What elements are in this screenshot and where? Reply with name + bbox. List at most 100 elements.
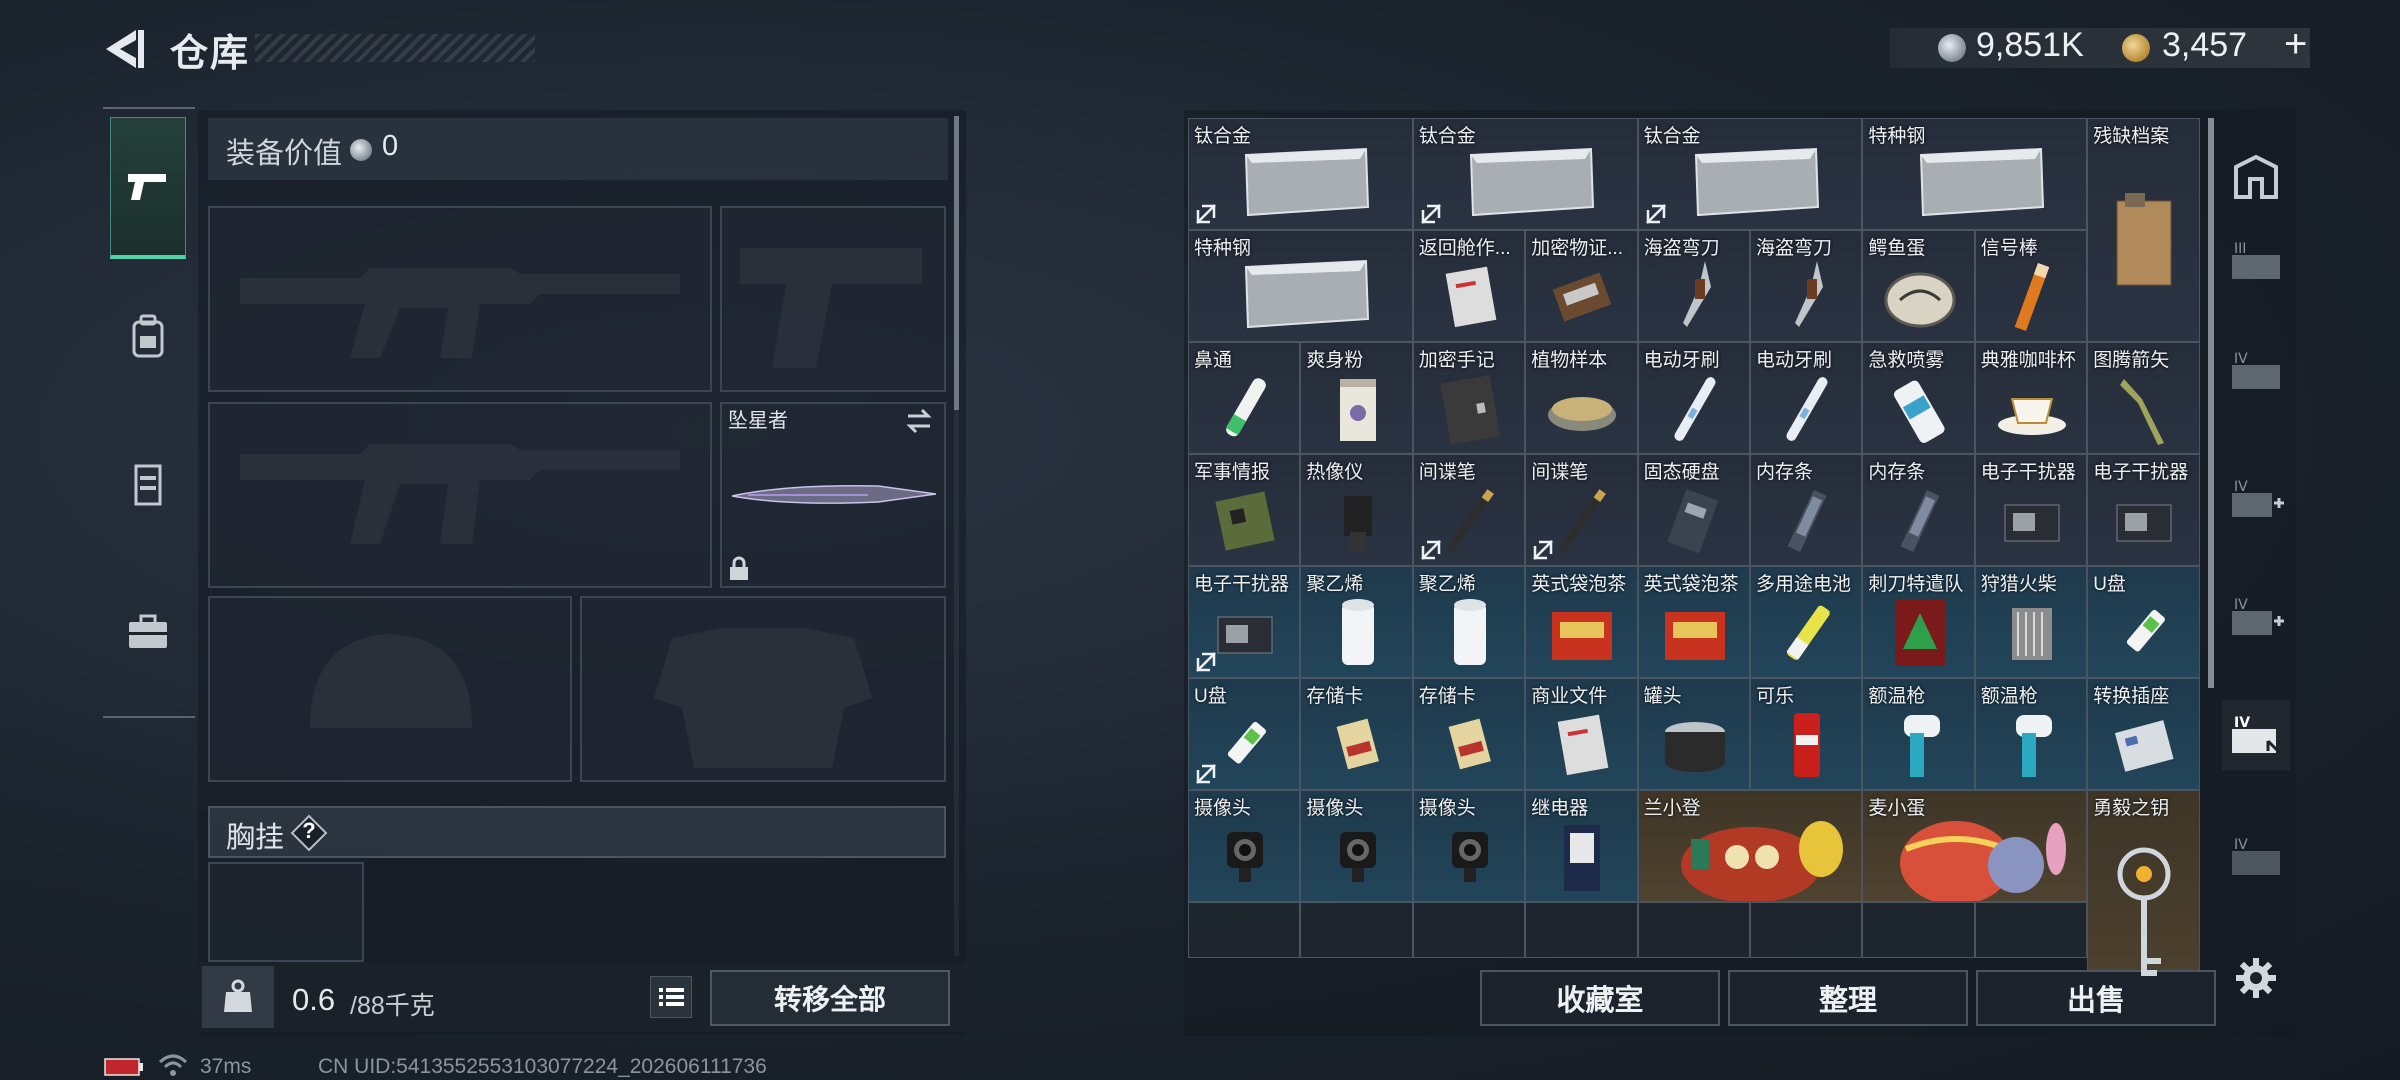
storage-item[interactable]: 麦小蛋	[1862, 790, 2088, 902]
chest-rig-slot[interactable]	[208, 862, 364, 962]
organize-button[interactable]: 整理	[1728, 970, 1968, 1026]
storage-item[interactable]: 额温枪	[1862, 678, 1975, 790]
collection-room-button[interactable]: 收藏室	[1480, 970, 1720, 1026]
storage-item-label: 热像仪	[1306, 462, 1364, 483]
storage-item-label: 特种钢	[1194, 238, 1252, 259]
armor-slot[interactable]	[580, 596, 946, 782]
primary-weapon-slot-2[interactable]	[208, 402, 712, 588]
sell-button[interactable]: 出售	[1976, 970, 2216, 1026]
right-tab-container-4a[interactable]: IV	[2222, 336, 2290, 406]
armor-silhouette-icon	[654, 628, 872, 768]
right-tab-container[interactable]	[2222, 142, 2290, 212]
storage-item[interactable]: 返回舱作...	[1412, 230, 1526, 342]
storage-item[interactable]: 摄像头	[1188, 790, 1301, 902]
storage-item[interactable]: 鳄鱼蛋	[1862, 230, 1975, 342]
empty-storage-cell[interactable]	[1300, 902, 1413, 958]
case-level-4-icon: IV	[2232, 837, 2280, 875]
helmet-slot[interactable]	[208, 596, 572, 782]
storage-item[interactable]: 海盗弯刀	[1750, 230, 1863, 342]
storage-item[interactable]: 残缺档案	[2087, 118, 2200, 342]
tab-weapons[interactable]	[110, 117, 186, 259]
storage-item[interactable]: 聚乙烯	[1412, 566, 1526, 678]
storage-item[interactable]: 特种钢	[1188, 230, 1413, 342]
storage-item[interactable]: 间谍笔	[1412, 454, 1526, 566]
storage-item[interactable]: 额温枪	[1974, 678, 2088, 790]
toothbrush-icon	[1670, 369, 1720, 453]
storage-item[interactable]: 典雅咖啡杯	[1974, 342, 2088, 454]
storage-item[interactable]: 商业文件	[1525, 678, 1638, 790]
scrollbar-thumb[interactable]	[954, 116, 959, 410]
storage-item[interactable]: 多用途电池	[1750, 566, 1863, 678]
rifle-silhouette-icon	[240, 444, 680, 544]
storage-item[interactable]: 电动牙刷	[1637, 342, 1750, 454]
empty-storage-cell[interactable]	[1637, 902, 1750, 958]
storage-item[interactable]: 电动牙刷	[1750, 342, 1863, 454]
storage-item[interactable]: 钛合金	[1188, 118, 1413, 230]
storage-item[interactable]: 存储卡	[1412, 678, 1526, 790]
right-tab-container-3[interactable]: III	[2222, 226, 2290, 296]
storage-item[interactable]: 英式袋泡茶	[1525, 566, 1638, 678]
storage-item[interactable]: 存储卡	[1300, 678, 1413, 790]
storage-item[interactable]: 聚乙烯	[1300, 566, 1413, 678]
tab-backpack[interactable]	[110, 286, 186, 386]
storage-item[interactable]: 兰小登	[1637, 790, 1863, 902]
right-tab-container-4e[interactable]: IV	[2222, 822, 2290, 892]
storage-item[interactable]: 钛合金	[1637, 118, 1863, 230]
storage-item[interactable]: 罐头	[1637, 678, 1750, 790]
storage-item[interactable]: 内存条	[1750, 454, 1863, 566]
empty-storage-cell[interactable]	[1188, 902, 1301, 958]
storage-item[interactable]: 间谍笔	[1525, 454, 1638, 566]
tab-vest[interactable]	[110, 434, 186, 534]
storage-item[interactable]: 狩猎火柴	[1974, 566, 2088, 678]
storage-item[interactable]: 摄像头	[1412, 790, 1526, 902]
right-tab-container-4c[interactable]: IV	[2222, 582, 2290, 652]
right-tab-container-4b[interactable]: IV	[2222, 464, 2290, 534]
storage-scrollbar[interactable]	[2208, 118, 2214, 688]
storage-item[interactable]: U盘	[2087, 566, 2200, 678]
storage-item[interactable]: 加密手记	[1412, 342, 1526, 454]
storage-item[interactable]: 钛合金	[1412, 118, 1638, 230]
storage-item[interactable]: 图腾箭矢	[2087, 342, 2200, 454]
storage-item[interactable]: 固态硬盘	[1637, 454, 1750, 566]
storage-item[interactable]: 加密物证...	[1525, 230, 1638, 342]
backpack-icon	[132, 314, 164, 358]
add-currency-button[interactable]: +	[2284, 22, 2307, 67]
storage-item[interactable]: 英式袋泡茶	[1637, 566, 1750, 678]
right-tab-container-4d[interactable]: IV	[2222, 700, 2290, 770]
storage-item[interactable]: 海盗弯刀	[1637, 230, 1750, 342]
storage-item-label: 残缺档案	[2093, 126, 2170, 147]
storage-item-label: 额温枪	[1980, 686, 2038, 707]
list-view-button[interactable]	[650, 976, 692, 1018]
storage-item[interactable]: 刺刀特遣队	[1862, 566, 1975, 678]
transfer-all-button[interactable]: 转移全部	[710, 970, 950, 1026]
empty-storage-cell[interactable]	[1525, 902, 1638, 958]
storage-item[interactable]: 电子干扰器	[2087, 454, 2200, 566]
storage-item[interactable]: 电子干扰器	[1974, 454, 2088, 566]
storage-item[interactable]: 鼻通	[1188, 342, 1301, 454]
storage-item[interactable]: 植物样本	[1525, 342, 1638, 454]
storage-item[interactable]: 可乐	[1750, 678, 1863, 790]
empty-storage-cell[interactable]	[1862, 902, 1975, 958]
storage-item[interactable]: 热像仪	[1300, 454, 1413, 566]
storage-item[interactable]: 特种钢	[1862, 118, 2088, 230]
storage-item[interactable]: 爽身粉	[1300, 342, 1413, 454]
pistol-slot[interactable]	[720, 206, 946, 392]
storage-item[interactable]: 军事情报	[1188, 454, 1301, 566]
gear-icon[interactable]	[2234, 956, 2278, 1000]
empty-storage-cell[interactable]	[1750, 902, 1863, 958]
storage-item[interactable]: 电子干扰器	[1188, 566, 1301, 678]
storage-item[interactable]: 内存条	[1862, 454, 1975, 566]
swap-icon[interactable]	[904, 406, 934, 436]
tab-case[interactable]	[110, 582, 186, 682]
storage-item[interactable]: 转换插座	[2087, 678, 2200, 790]
egg-icon	[1880, 262, 1960, 337]
empty-storage-cell[interactable]	[1412, 902, 1526, 958]
back-arrow-icon[interactable]	[100, 26, 146, 72]
storage-item[interactable]: 继电器	[1525, 790, 1638, 902]
empty-storage-cell[interactable]	[1974, 902, 2088, 958]
storage-item[interactable]: 急救喷雾	[1862, 342, 1975, 454]
storage-item[interactable]: 摄像头	[1300, 790, 1413, 902]
primary-weapon-slot-1[interactable]	[208, 206, 712, 392]
storage-item[interactable]: U盘	[1188, 678, 1301, 790]
storage-item[interactable]: 信号棒	[1974, 230, 2088, 342]
